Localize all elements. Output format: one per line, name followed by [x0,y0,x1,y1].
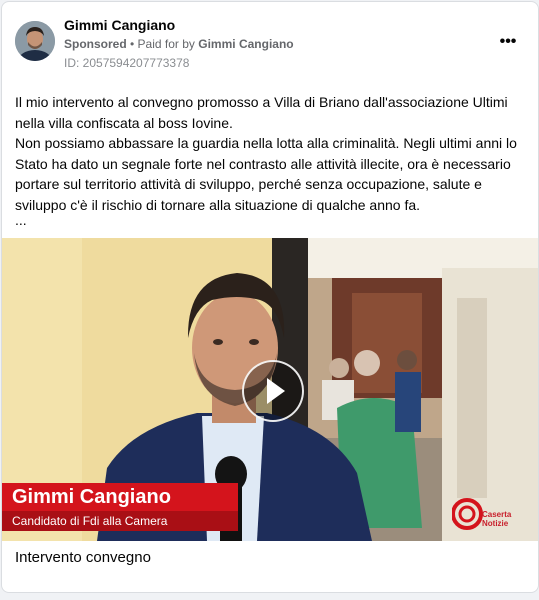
lower-third-name: Gimmi Cangiano [2,483,238,511]
paid-for-name[interactable]: Gimmi Cangiano [198,37,293,51]
ad-card: Gimmi Cangiano Sponsored • Paid for by G… [1,1,539,593]
lower-third-role: Candidato di Fdi alla Camera [2,511,238,531]
sponsored-line: Sponsored • Paid for by Gimmi Cangiano [64,37,294,51]
post-paragraph-1: Il mio intervento al convegno promosso a… [15,94,508,131]
author-name[interactable]: Gimmi Cangiano [64,17,175,33]
video-player[interactable]: Gimmi Cangiano Candidato di Fdi alla Cam… [2,238,538,541]
logo-line-1: Caserta [482,510,512,519]
post-paragraph-2: Non possiamo abbassare la guardia nella … [15,135,517,213]
video-caption[interactable]: Intervento convegno [15,549,151,566]
sponsored-label: Sponsored [64,37,127,51]
more-options-icon[interactable]: ••• [495,30,521,54]
logo-text: Caserta Notizie [482,510,511,528]
paid-for-prefix: • Paid for by [130,37,195,51]
author-avatar[interactable] [15,21,55,61]
see-more-ellipsis[interactable]: ... [15,212,27,228]
logo-line-2: Notizie [482,519,509,528]
ad-id: ID: 2057594207773378 [64,56,190,70]
post-text: Il mio intervento al convegno promosso a… [15,92,530,216]
play-icon[interactable] [242,360,304,422]
